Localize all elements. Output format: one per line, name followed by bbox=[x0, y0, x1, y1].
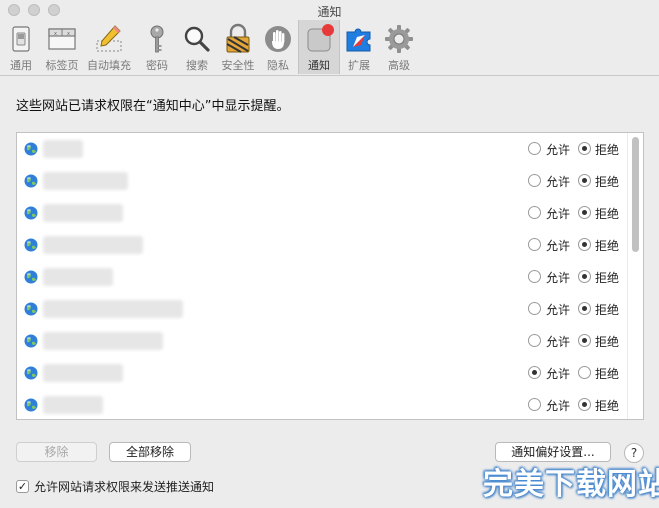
allow-label: 允许 bbox=[546, 367, 571, 381]
deny-radio[interactable] bbox=[578, 206, 591, 219]
deny-label: 拒绝 bbox=[595, 335, 620, 349]
gear-icon bbox=[385, 25, 413, 53]
svg-text:x: x bbox=[54, 31, 57, 37]
site-name-redacted bbox=[43, 172, 128, 190]
allow-radio[interactable] bbox=[528, 398, 541, 411]
globe-icon bbox=[24, 206, 38, 220]
site-name-redacted bbox=[43, 300, 183, 318]
site-name-redacted bbox=[43, 236, 143, 254]
tabs-icon: x x bbox=[48, 28, 76, 50]
tab-autofill-label: 自动填充 bbox=[87, 59, 131, 72]
deny-label: 拒绝 bbox=[595, 207, 620, 221]
site-name-redacted bbox=[43, 204, 123, 222]
deny-label: 拒绝 bbox=[595, 239, 620, 253]
general-switch-icon bbox=[12, 26, 30, 52]
tab-advanced[interactable]: 高级 bbox=[379, 20, 419, 74]
site-name-redacted bbox=[43, 140, 83, 158]
allow-label: 允许 bbox=[546, 175, 571, 189]
globe-icon bbox=[24, 334, 38, 348]
deny-label: 拒绝 bbox=[595, 271, 620, 285]
allow-radio[interactable] bbox=[528, 206, 541, 219]
deny-label: 拒绝 bbox=[595, 399, 620, 413]
globe-icon bbox=[24, 142, 38, 156]
allow-radio[interactable] bbox=[528, 270, 541, 283]
deny-radio[interactable] bbox=[578, 238, 591, 251]
tab-tabs-label: 标签页 bbox=[45, 59, 79, 72]
remove-button[interactable]: 移除 bbox=[16, 442, 97, 462]
site-row[interactable]: 允许 拒绝 bbox=[17, 293, 627, 325]
scrollbar-thumb[interactable] bbox=[632, 137, 639, 252]
site-row[interactable]: 允许 拒绝 bbox=[17, 133, 627, 165]
remove-all-button[interactable]: 全部移除 bbox=[109, 442, 191, 462]
site-name-redacted bbox=[43, 396, 103, 414]
key-icon bbox=[150, 25, 164, 53]
deny-radio[interactable] bbox=[578, 398, 591, 411]
tab-privacy[interactable]: 隐私 bbox=[258, 20, 298, 74]
globe-icon bbox=[24, 366, 38, 380]
title-bar: 通知 bbox=[0, 0, 659, 20]
allow-push-checkbox[interactable]: ✓ bbox=[16, 480, 29, 493]
hand-icon bbox=[265, 26, 291, 52]
site-row[interactable]: 允许 拒绝 bbox=[17, 357, 627, 389]
allow-radio[interactable] bbox=[528, 334, 541, 347]
site-row[interactable]: 允许 拒绝 bbox=[17, 261, 627, 293]
deny-radio[interactable] bbox=[578, 334, 591, 347]
allow-radio[interactable] bbox=[528, 142, 541, 155]
globe-icon bbox=[24, 302, 38, 316]
tab-search[interactable]: 搜索 bbox=[177, 20, 217, 74]
site-row[interactable]: 允许 拒绝 bbox=[17, 229, 627, 261]
tab-general[interactable]: 通用 bbox=[1, 20, 41, 74]
site-name-redacted bbox=[43, 364, 123, 382]
globe-icon bbox=[24, 398, 38, 412]
deny-label: 拒绝 bbox=[595, 175, 620, 189]
allow-label: 允许 bbox=[546, 207, 571, 221]
site-row[interactable]: 允许 拒绝 bbox=[17, 165, 627, 197]
magnifier-icon bbox=[184, 26, 210, 52]
site-name-redacted bbox=[43, 332, 163, 350]
allow-push-label: 允许网站请求权限来发送推送通知 bbox=[34, 480, 215, 494]
padlock-icon bbox=[226, 23, 250, 53]
preferences-toolbar: 通用 x x 标签页 自动填充 密码 搜索 安全性 隐私 通知 扩展 高级 bbox=[0, 20, 659, 76]
globe-icon bbox=[24, 270, 38, 284]
allow-label: 允许 bbox=[546, 271, 571, 285]
list-scrollbar[interactable] bbox=[627, 133, 643, 419]
allow-label: 允许 bbox=[546, 239, 571, 253]
allow-label: 允许 bbox=[546, 143, 571, 157]
deny-label: 拒绝 bbox=[595, 303, 620, 317]
website-list[interactable]: 允许 拒绝 允许 拒绝 允许 拒绝 允许 拒绝 允许 拒绝 允许 拒绝 允许 拒绝 允许 拒绝 允许 拒绝 bbox=[16, 132, 644, 420]
site-row[interactable]: 允许 拒绝 bbox=[17, 389, 627, 419]
deny-label: 拒绝 bbox=[595, 367, 620, 381]
allow-label: 允许 bbox=[546, 399, 571, 413]
tab-autofill[interactable]: 自动填充 bbox=[87, 20, 131, 74]
deny-radio[interactable] bbox=[578, 174, 591, 187]
allow-label: 允许 bbox=[546, 303, 571, 317]
tab-advanced-label: 高级 bbox=[388, 59, 410, 72]
permission-description: 这些网站已请求权限在“通知中心”中显示提醒。 bbox=[16, 99, 290, 114]
autofill-pencil-icon bbox=[96, 25, 122, 52]
deny-radio[interactable] bbox=[578, 142, 591, 155]
globe-icon bbox=[24, 238, 38, 252]
deny-radio[interactable] bbox=[578, 366, 591, 379]
allow-radio[interactable] bbox=[528, 302, 541, 315]
allow-radio[interactable] bbox=[528, 174, 541, 187]
deny-radio[interactable] bbox=[578, 302, 591, 315]
window-title: 通知 bbox=[317, 5, 342, 19]
site-watermark: 完美下载网站 bbox=[483, 467, 659, 502]
deny-radio[interactable] bbox=[578, 270, 591, 283]
site-row[interactable]: 允许 拒绝 bbox=[17, 197, 627, 229]
tab-tabs[interactable]: x x 标签页 bbox=[42, 20, 82, 74]
globe-icon bbox=[24, 174, 38, 188]
allow-radio[interactable] bbox=[528, 238, 541, 251]
puzzle-icon bbox=[346, 28, 371, 52]
site-row[interactable]: 允许 拒绝 bbox=[17, 325, 627, 357]
svg-text:x: x bbox=[67, 31, 70, 37]
deny-label: 拒绝 bbox=[595, 143, 620, 157]
site-name-redacted bbox=[43, 268, 113, 286]
allow-radio[interactable] bbox=[528, 366, 541, 379]
notification-icon bbox=[307, 24, 334, 52]
allow-label: 允许 bbox=[546, 335, 571, 349]
